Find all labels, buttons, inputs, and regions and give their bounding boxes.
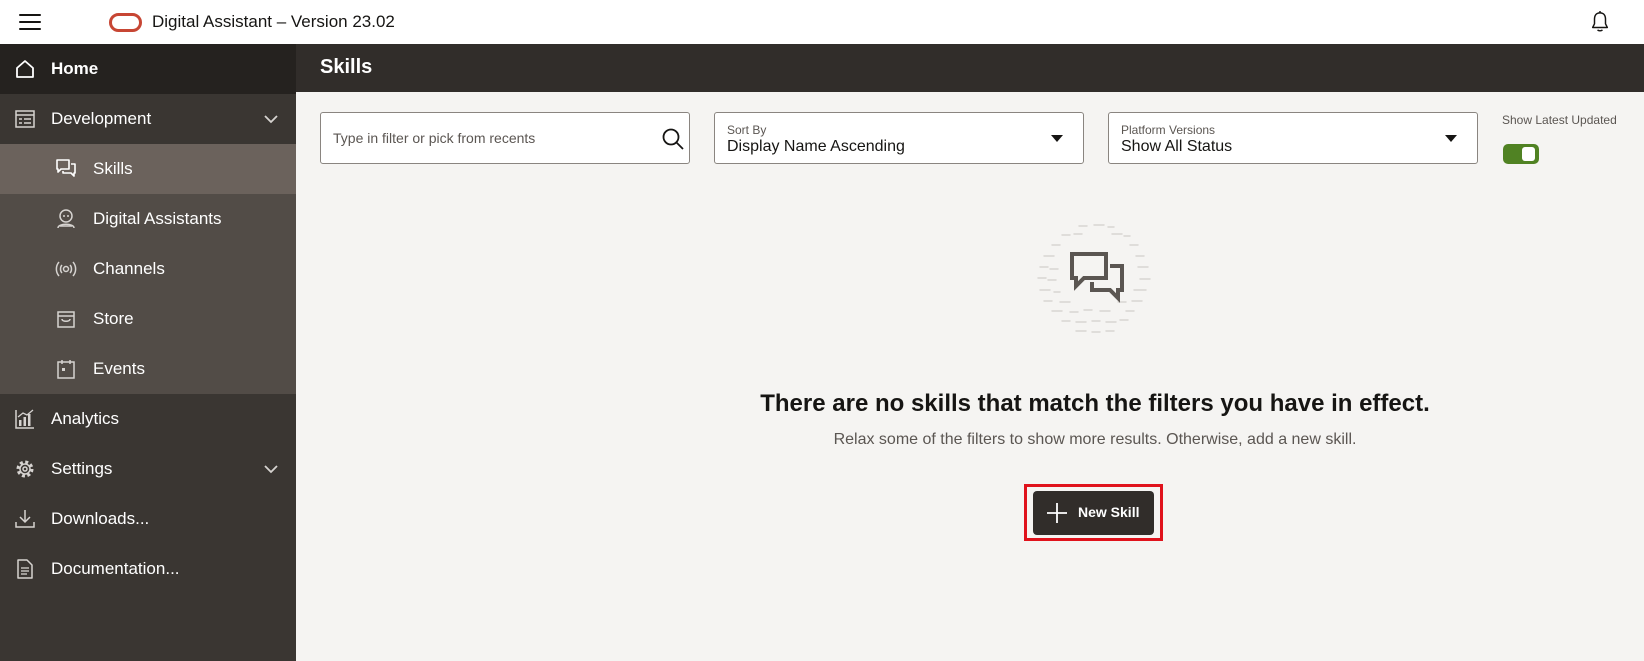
hamburger-menu-icon[interactable] bbox=[19, 14, 41, 30]
sidebar-item-events[interactable]: Events bbox=[0, 344, 296, 394]
sidebar-nav: Home Development Skills Digital Assistan… bbox=[0, 44, 296, 661]
sidebar-item-development[interactable]: Development bbox=[0, 94, 296, 144]
sort-by-value: Display Name Ascending bbox=[727, 138, 905, 155]
new-skill-label: New Skill bbox=[1078, 504, 1140, 520]
app-title: Digital Assistant – Version 23.02 bbox=[152, 12, 395, 31]
sidebar-item-label: Store bbox=[93, 309, 134, 328]
store-bag-icon bbox=[54, 307, 78, 331]
chevron-down-icon[interactable] bbox=[262, 110, 280, 128]
development-submenu: Skills Digital Assistants Channels Store… bbox=[0, 144, 296, 394]
show-latest-updated-toggle[interactable] bbox=[1503, 144, 1539, 164]
platform-versions-label: Platform Versions bbox=[1121, 123, 1216, 137]
bell-icon[interactable] bbox=[1589, 10, 1611, 34]
sidebar-item-label: Analytics bbox=[51, 409, 120, 428]
sidebar-item-skills[interactable]: Skills bbox=[0, 144, 296, 194]
sidebar-item-home[interactable]: Home bbox=[0, 44, 296, 94]
sort-by-select[interactable]: Sort By Display Name Ascending bbox=[714, 112, 1084, 164]
sort-by-label: Sort By bbox=[727, 123, 767, 137]
sidebar-item-downloads[interactable]: Downloads... bbox=[0, 494, 296, 544]
analytics-chart-icon bbox=[13, 407, 37, 431]
sidebar-item-label: Events bbox=[93, 359, 145, 378]
dropdown-caret-icon bbox=[1445, 135, 1457, 142]
sidebar-item-label: Downloads... bbox=[51, 509, 150, 528]
skills-chat-icon bbox=[54, 157, 78, 181]
sidebar-item-channels[interactable]: Channels bbox=[0, 244, 296, 294]
channels-broadcast-icon bbox=[54, 257, 78, 281]
show-latest-updated-label: Show Latest Updated bbox=[1502, 113, 1617, 127]
sidebar-item-label: Digital Assistants bbox=[93, 209, 222, 228]
sidebar-item-label: Channels bbox=[93, 259, 165, 278]
documentation-icon bbox=[13, 557, 37, 581]
page-title: Skills bbox=[320, 56, 373, 78]
oracle-logo bbox=[109, 13, 142, 32]
sidebar-item-settings[interactable]: Settings bbox=[0, 444, 296, 494]
top-bar: Digital Assistant – Version 23.02 bbox=[0, 0, 1644, 44]
empty-state-subtitle: Relax some of the filters to show more r… bbox=[833, 431, 1357, 448]
chevron-down-icon[interactable] bbox=[262, 460, 280, 478]
sidebar-item-store[interactable]: Store bbox=[0, 294, 296, 344]
sidebar-item-analytics[interactable]: Analytics bbox=[0, 394, 296, 444]
dropdown-caret-icon bbox=[1051, 135, 1063, 142]
sidebar-item-documentation[interactable]: Documentation... bbox=[0, 544, 296, 594]
sidebar-item-label: Development bbox=[51, 109, 152, 128]
empty-state-title: There are no skills that match the filte… bbox=[760, 390, 1430, 417]
sidebar-item-digital-assistants[interactable]: Digital Assistants bbox=[0, 194, 296, 244]
sidebar-item-label: Home bbox=[51, 59, 99, 78]
home-icon bbox=[13, 57, 37, 81]
search-icon[interactable] bbox=[661, 127, 685, 151]
plus-icon bbox=[1047, 503, 1067, 523]
new-skill-button[interactable]: New Skill bbox=[1033, 491, 1154, 535]
sidebar-item-label: Documentation... bbox=[51, 559, 180, 578]
digital-assistant-icon bbox=[54, 207, 78, 231]
empty-skills-illustration bbox=[1037, 224, 1151, 333]
events-calendar-icon bbox=[54, 357, 78, 381]
development-icon bbox=[13, 107, 37, 131]
sidebar-item-label: Settings bbox=[51, 459, 113, 478]
platform-versions-value: Show All Status bbox=[1121, 138, 1233, 155]
page-header: Skills bbox=[296, 44, 1644, 92]
search-input[interactable] bbox=[333, 127, 653, 149]
platform-versions-select[interactable]: Platform Versions Show All Status bbox=[1108, 112, 1478, 164]
settings-gear-icon bbox=[13, 457, 37, 481]
search-filter bbox=[320, 112, 690, 164]
sidebar-item-label: Skills bbox=[93, 159, 133, 178]
download-icon bbox=[13, 507, 37, 531]
toggle-knob bbox=[1522, 147, 1535, 161]
